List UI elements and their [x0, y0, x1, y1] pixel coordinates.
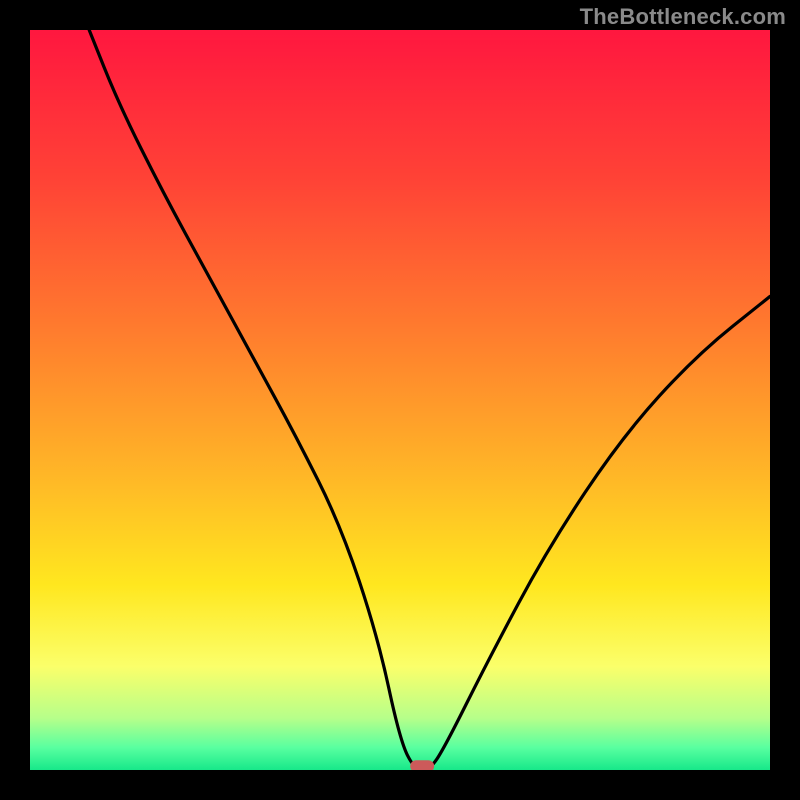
attribution-label: TheBottleneck.com [580, 4, 786, 30]
chart-background [30, 30, 770, 770]
chart-frame: TheBottleneck.com [0, 0, 800, 800]
bottleneck-chart [30, 30, 770, 770]
optimum-marker [410, 760, 434, 770]
